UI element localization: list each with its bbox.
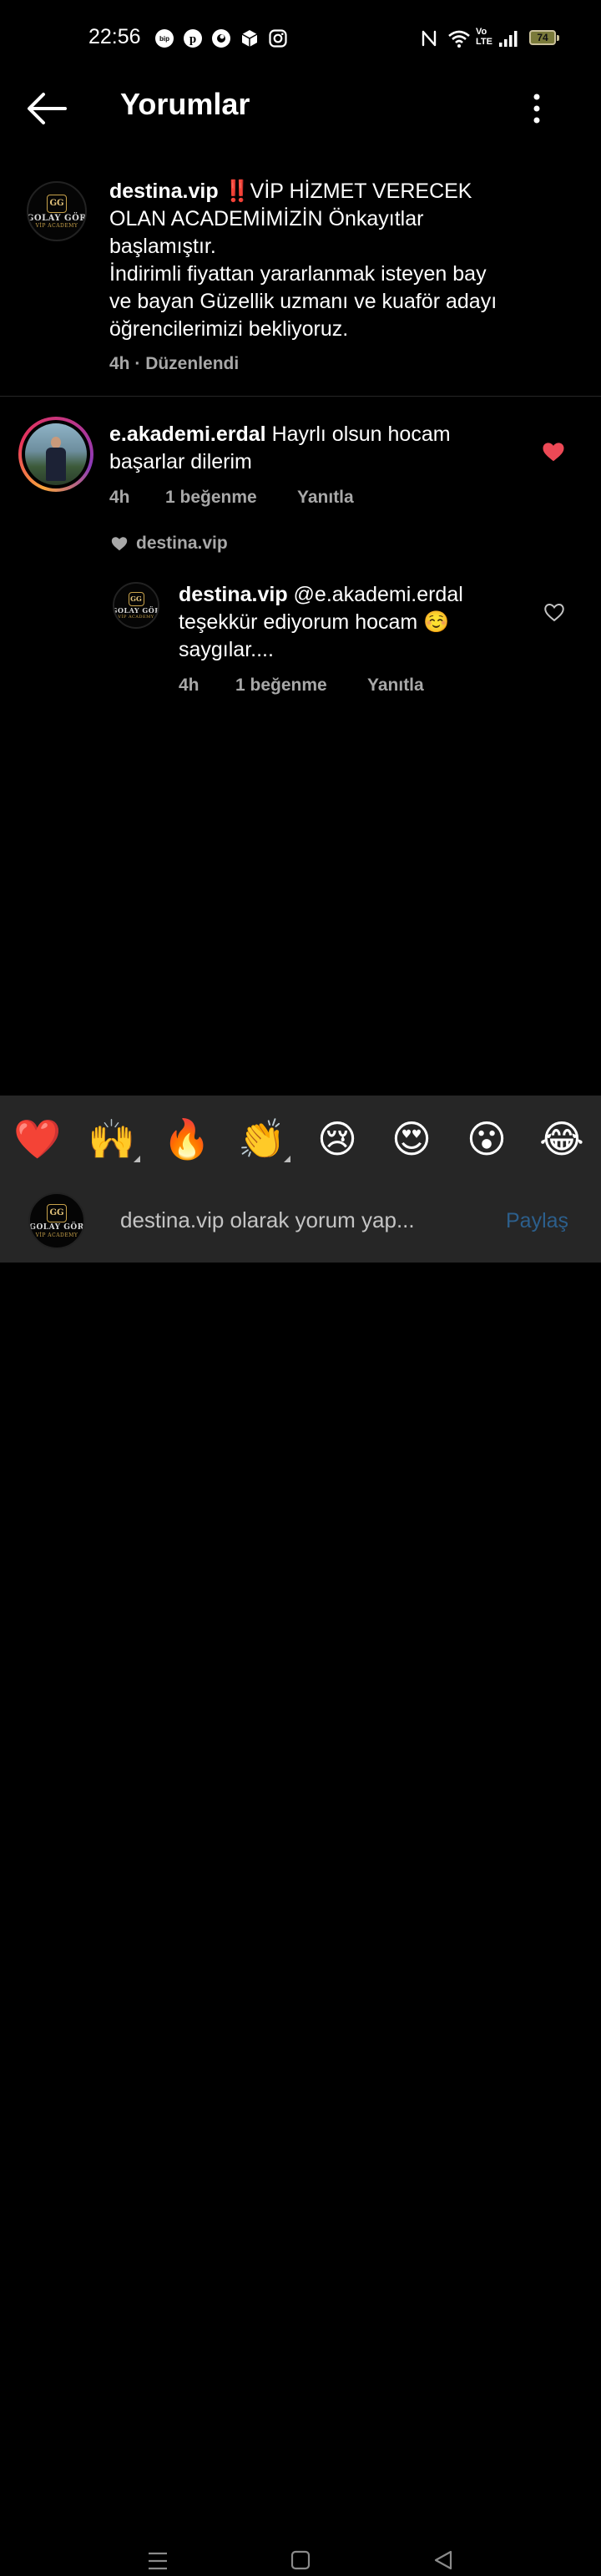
edited-label: Düzenlendi	[145, 354, 240, 373]
logo-mark: GG	[47, 1203, 67, 1222]
box-app-icon	[240, 28, 260, 48]
emoji-heart[interactable]: ❤️	[13, 1114, 63, 1164]
comment-input[interactable]: destina.vip olarak yorum yap...	[120, 1207, 415, 1233]
comment-reply-button[interactable]: Yanıtla	[297, 488, 354, 508]
emoji-clapping[interactable]: 👏	[237, 1114, 290, 1164]
heart-outline-icon	[544, 604, 564, 622]
triangle-back-icon	[434, 2550, 452, 2570]
arrow-left-icon	[28, 93, 67, 124]
nfc-icon	[419, 28, 439, 48]
logo-subtext: VİP ACADEMY	[118, 614, 154, 620]
svg-text:p: p	[189, 33, 196, 46]
liked-by-author: destina.vip	[109, 534, 228, 554]
square-icon	[290, 2550, 311, 2570]
caption-avatar[interactable]: GG GOLAY GÖR VİP ACADEMY	[27, 181, 87, 241]
menu-lines-icon	[149, 2552, 167, 2570]
recents-button[interactable]	[147, 2550, 169, 2572]
system-back-button[interactable]	[432, 2549, 454, 2571]
emoji-crying[interactable]: 😢	[312, 1114, 362, 1164]
caption-username[interactable]: destina.vip	[109, 180, 219, 203]
heart-small-icon	[111, 537, 128, 551]
reply-like-button[interactable]	[543, 600, 566, 624]
svg-text:bip: bip	[159, 35, 169, 43]
more-vertical-icon	[533, 94, 540, 124]
comment-text: e.akademi.erdal Hayrlı olsun hocam başar…	[109, 423, 451, 473]
reply-username[interactable]: destina.vip	[179, 583, 288, 606]
instagram-icon	[268, 28, 288, 48]
vodafone-icon	[211, 28, 231, 48]
wifi-icon	[447, 28, 471, 48]
pinterest-icon: p	[183, 28, 203, 48]
input-avatar: GG GOLAY GÖR VİP ACADEMY	[28, 1192, 85, 1249]
comment-username[interactable]: e.akademi.erdal	[109, 423, 266, 446]
volte-icon: Vo LTE	[476, 27, 492, 47]
reply-likes-count[interactable]: 1 beğenme	[235, 676, 327, 696]
emoji-heart-eyes[interactable]: 😍	[386, 1114, 437, 1164]
status-time: 22:56	[88, 25, 141, 48]
reply-avatar[interactable]: GG GOLAY GÖR VİP ACADEMY	[113, 582, 159, 629]
profile-photo	[25, 423, 87, 485]
battery-icon: 74	[529, 30, 561, 47]
reply-reply-button[interactable]: Yanıtla	[367, 676, 424, 696]
more-options-button[interactable]	[524, 90, 549, 127]
emoji-surprised[interactable]: 😮	[462, 1114, 512, 1164]
logo-subtext: VİP ACADEMY	[35, 1232, 78, 1238]
home-button[interactable]	[290, 2550, 311, 2570]
logo-text: GOLAY GÖR	[29, 1222, 84, 1232]
comment-like-button[interactable]	[541, 439, 566, 464]
battery-level: 74	[537, 32, 548, 43]
signal-icon	[497, 28, 518, 48]
reply-time: 4h	[179, 676, 199, 695]
divider	[0, 396, 601, 397]
logo-mark: GG	[47, 194, 67, 213]
back-button[interactable]	[25, 90, 68, 127]
page-title: Yorumlar	[120, 87, 250, 121]
logo-text: GOLAY GÖR	[27, 213, 87, 223]
logo-text: GOLAY GÖR	[113, 605, 159, 615]
caption-time: 4h	[109, 354, 130, 373]
logo-subtext: VİP ACADEMY	[35, 222, 78, 229]
bip-icon: bip	[154, 28, 174, 48]
share-button[interactable]: Paylaş	[506, 1209, 568, 1233]
caption-text: destina.vip ‼️VİP HİZMET VERECEK OLAN AC…	[109, 180, 497, 341]
comment-avatar[interactable]	[18, 417, 93, 492]
logo-mark: GG	[128, 591, 144, 606]
status-bar: 22:56 bip p Vo LTE 74	[0, 0, 601, 77]
reply-text: destina.vip @e.akademi.erdal teşekkür ed…	[179, 583, 463, 661]
system-nav-bar	[0, 1263, 601, 2570]
emoji-raised-hands[interactable]: 🙌	[87, 1114, 140, 1164]
comment-likes-count[interactable]: 1 beğenme	[165, 488, 257, 508]
caption-meta: 4h · Düzenlendi	[109, 354, 240, 373]
heart-filled-icon	[543, 443, 564, 462]
emoji-fire[interactable]: 🔥	[162, 1114, 212, 1164]
comment-time: 4h	[109, 488, 130, 507]
emoji-tears-of-joy[interactable]: 😂	[537, 1114, 587, 1164]
